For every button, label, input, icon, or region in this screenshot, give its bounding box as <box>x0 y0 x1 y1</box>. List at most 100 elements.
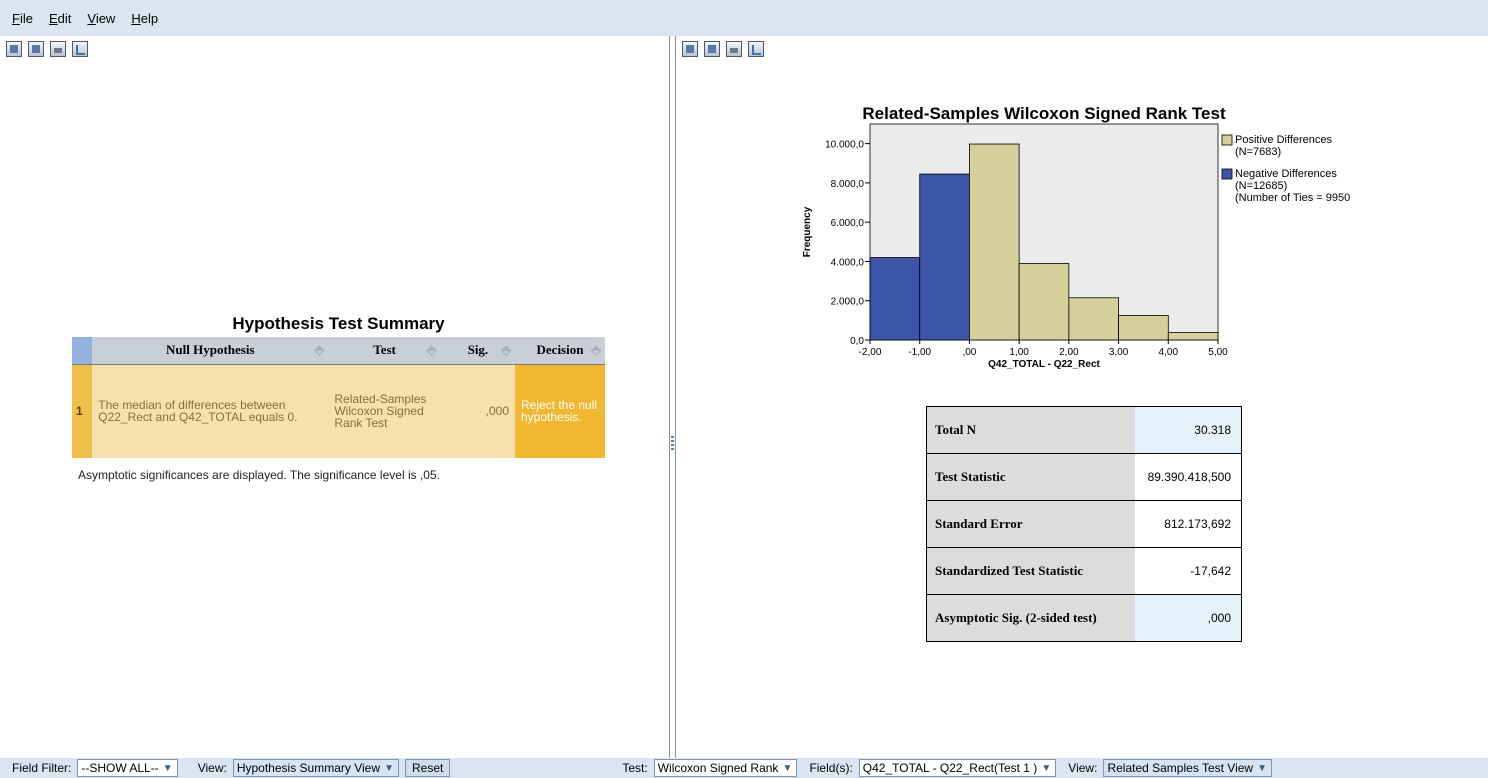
y-tick-label: 0,0 <box>850 336 864 347</box>
right-view-group: View: Related Samples Test View ▼ <box>1068 759 1273 777</box>
test-detail-panel: Related-Samples Wilcoxon Signed Rank Tes… <box>676 62 1488 758</box>
legend-count: (N=7683) <box>1235 146 1281 158</box>
copy-table-icon[interactable] <box>704 41 720 57</box>
menu-view[interactable]: View <box>87 11 115 26</box>
x-tick-label: 5,00 <box>1208 347 1228 358</box>
test-label: Test: <box>622 761 648 775</box>
panel-splitter[interactable] <box>669 36 676 758</box>
wilcoxon-histogram-chart: Related-Samples Wilcoxon Signed Rank Tes… <box>802 104 1350 370</box>
test-dropdown[interactable]: Wilcoxon Signed Rank ▼ <box>653 759 798 777</box>
legend-label: Positive Differences <box>1235 134 1333 146</box>
x-tick-label: 3,00 <box>1109 347 1129 358</box>
sort-icon[interactable]: ⬘ <box>427 342 437 358</box>
chevron-down-icon: ▼ <box>162 763 173 774</box>
y-tick-label: 6.000,0 <box>831 218 865 229</box>
stats-value: 812.173,692 <box>1134 500 1242 548</box>
histogram-bar <box>1018 263 1070 341</box>
copy-table-icon[interactable] <box>28 41 44 57</box>
table-title: Hypothesis Test Summary <box>232 314 445 333</box>
left-view-group: View: Hypothesis Summary View ▼ Reset <box>198 759 451 777</box>
copy-chart-icon[interactable] <box>6 41 22 57</box>
splitter-grip-icon[interactable] <box>671 436 674 450</box>
chevron-down-icon: ▼ <box>1257 763 1268 774</box>
sort-icon[interactable]: ⬘ <box>501 342 511 358</box>
hypothesis-summary-table: Null Hypothesis ⬘ Test ⬘ Sig. ⬘ Decision ⬘ 1… <box>72 337 605 458</box>
view-label: View: <box>197 761 227 775</box>
significance-note: Asymptotic significances are displayed. … <box>78 468 440 482</box>
stats-row: Test Statistic 89.390.418,500 <box>926 453 1242 501</box>
stats-label: Standardized Test Statistic <box>926 547 1135 595</box>
fields-group: Field(s): Q42_TOTAL - Q22_Rect(Test 1 ) ▼ <box>809 759 1057 777</box>
y-axis-label: Frequency <box>802 206 813 257</box>
row-index: 1 <box>72 364 93 458</box>
stats-row: Standard Error 812.173,692 <box>926 500 1242 548</box>
header-null-hypothesis[interactable]: Null Hypothesis ⬘ <box>92 337 329 365</box>
chart-title: Related-Samples Wilcoxon Signed Rank Tes… <box>862 104 1226 123</box>
stats-value: ,000 <box>1134 594 1242 642</box>
y-tick-label: 10.000,0 <box>825 140 864 151</box>
x-tick-label: 2,00 <box>1059 347 1079 358</box>
histogram-bar <box>969 143 1020 341</box>
outline-icon[interactable] <box>748 41 764 57</box>
print-icon[interactable] <box>726 41 742 57</box>
header-sig[interactable]: Sig. ⬘ <box>440 337 515 365</box>
histogram-bar <box>1167 332 1219 341</box>
chevron-down-icon: ▼ <box>782 763 793 774</box>
outline-icon[interactable] <box>72 41 88 57</box>
fields-label: Field(s): <box>809 761 853 775</box>
header-label: Decision <box>536 342 584 358</box>
legend-swatch <box>1221 134 1233 146</box>
reset-button[interactable]: Reset <box>405 759 451 777</box>
chevron-down-icon: ▼ <box>1041 763 1052 774</box>
fields-dropdown[interactable]: Q42_TOTAL - Q22_Rect(Test 1 ) ▼ <box>858 759 1057 777</box>
menu-edit[interactable]: Edit <box>49 11 71 26</box>
histogram-bar <box>1068 297 1119 341</box>
dropdown-value: Wilcoxon Signed Rank <box>657 761 779 775</box>
hypothesis-summary-panel: Hypothesis Test Summary Null Hypothesis ⬘… <box>0 62 669 758</box>
stats-value: 89.390.418,500 <box>1134 453 1242 501</box>
stats-row: Asymptotic Sig. (2-sided test) ,000 <box>926 594 1242 642</box>
x-tick-label: -2,00 <box>859 347 882 358</box>
stats-row: Total N 30.318 <box>926 406 1242 454</box>
table-header-row: Null Hypothesis ⬘ Test ⬘ Sig. ⬘ Decision ⬘ <box>72 337 605 365</box>
test-group: Test: Wilcoxon Signed Rank ▼ <box>622 759 798 777</box>
right-toolbar <box>676 36 1488 62</box>
view-label: View: <box>1068 761 1098 775</box>
chevron-down-icon: ▼ <box>384 763 394 774</box>
stats-label: Asymptotic Sig. (2-sided test) <box>926 594 1135 642</box>
histogram-bar <box>919 173 970 341</box>
print-icon[interactable] <box>50 41 66 57</box>
field-filter-dropdown[interactable]: --SHOW ALL-- ▼ <box>77 759 178 777</box>
model-viewer-window: File Edit View Help Hypothesis Test Summ… <box>0 0 1488 778</box>
header-decision[interactable]: Decision ⬘ <box>515 337 605 365</box>
sort-icon[interactable]: ⬘ <box>591 342 601 358</box>
left-toolbar <box>0 36 668 62</box>
table-row[interactable]: 1 The median of differences between Q22_… <box>72 364 605 458</box>
header-test[interactable]: Test ⬘ <box>328 337 441 365</box>
legend-label: Negative Differences <box>1235 168 1337 180</box>
header-label: Null Hypothesis <box>166 342 255 358</box>
stats-label: Test Statistic <box>926 453 1135 501</box>
stats-value: 30.318 <box>1134 406 1242 454</box>
x-tick-label: 4,00 <box>1159 347 1179 358</box>
y-tick-label: 4.000,0 <box>831 257 865 268</box>
left-view-dropdown[interactable]: Hypothesis Summary View ▼ <box>232 759 399 777</box>
y-tick-label: 2.000,0 <box>831 297 865 308</box>
menu-bar: File Edit View Help <box>0 0 1488 36</box>
sort-icon[interactable]: ⬘ <box>314 342 324 358</box>
header-index-cell <box>72 337 93 365</box>
stats-label: Total N <box>926 406 1135 454</box>
x-axis-label: Q42_TOTAL - Q22_Rect <box>988 359 1100 370</box>
copy-chart-icon[interactable] <box>682 41 698 57</box>
status-bar: Field Filter: --SHOW ALL-- ▼ View: Hypoth… <box>0 758 1488 778</box>
decision-cell: Reject the null hypothesis. <box>515 364 605 458</box>
menu-file[interactable]: File <box>12 11 33 26</box>
menu-help[interactable]: Help <box>131 11 158 26</box>
right-view-dropdown[interactable]: Related Samples Test View ▼ <box>1103 759 1273 777</box>
legend-ties-note: (Number of Ties = 9950 <box>1235 192 1350 204</box>
sig-cell: ,000 <box>440 364 515 458</box>
y-tick-label: 8.000,0 <box>831 179 865 190</box>
dropdown-value: --SHOW ALL-- <box>81 761 159 775</box>
x-tick-label: ,00 <box>962 347 976 358</box>
x-tick-label: 1,00 <box>1009 347 1029 358</box>
